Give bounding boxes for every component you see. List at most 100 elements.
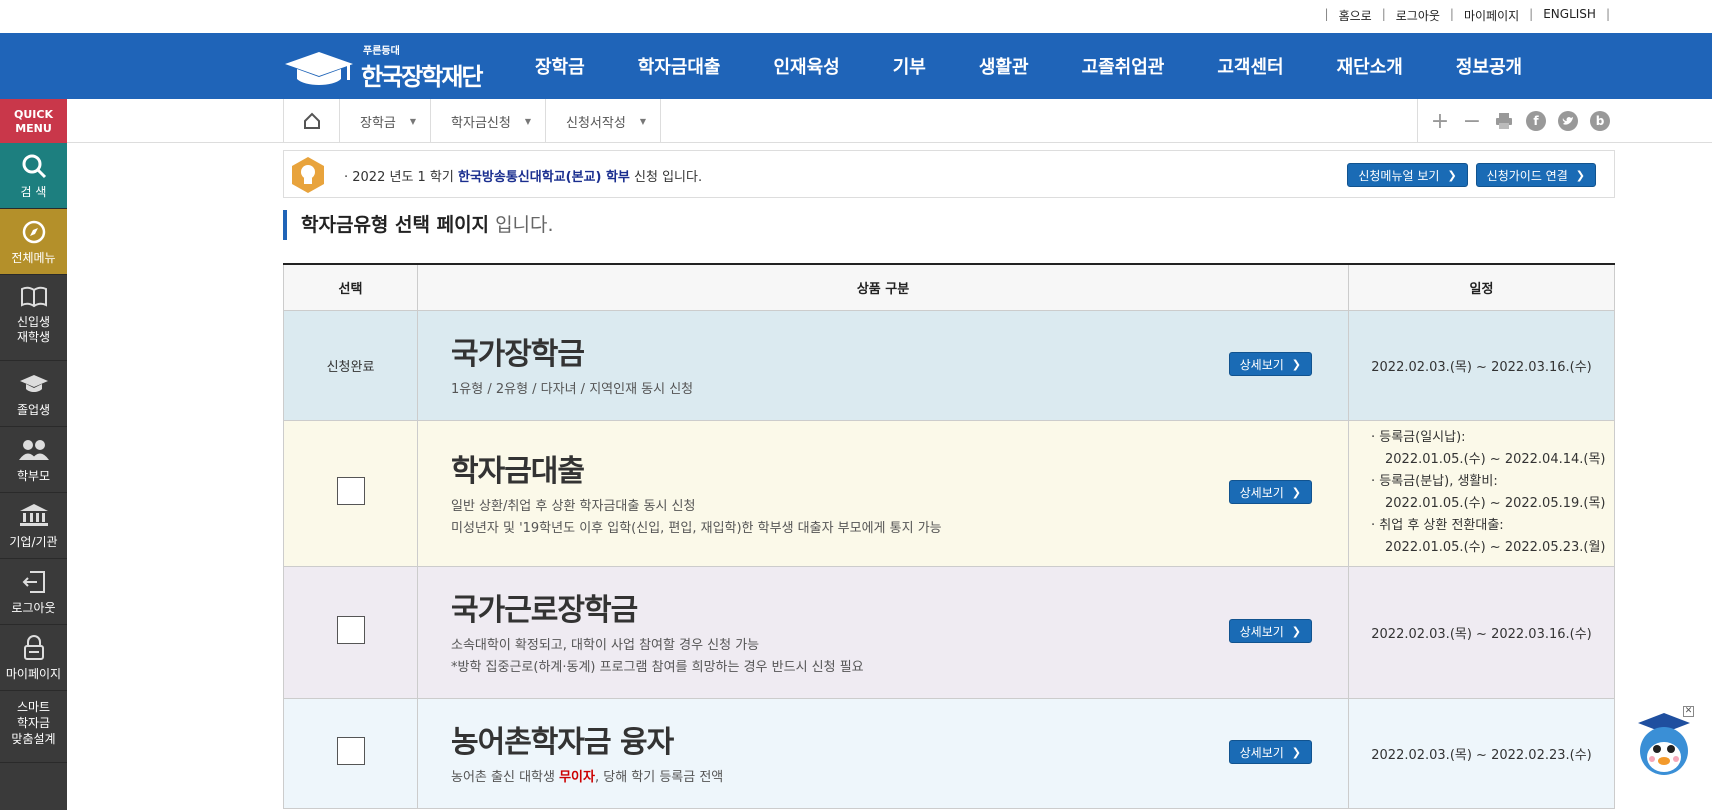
table-header-row: 선택 상품 구분 일정 [283,263,1615,311]
print-icon [1496,113,1512,129]
table-row: 농어촌학자금 융자 농어촌 출신 대학생 무이자, 당해 학기 등록금 전액 상… [283,697,1615,809]
quick-title-line2: MENU [15,122,52,135]
detail-button[interactable]: 상세보기 ❯ [1228,619,1312,643]
building-icon [19,504,48,526]
notice-school: 한국방송통신대학교(본교) 학부 [458,170,630,185]
quick-graduates[interactable]: 졸업생 [0,361,67,427]
product-desc: 일반 상환/취업 후 상환 학자금대출 동시 신청 [451,499,696,514]
logo-subtitle: 푸른등대 [363,46,400,57]
parents-icon [18,440,49,460]
quick-parents-label: 학부모 [16,469,51,483]
detail-button[interactable]: 상세보기 ❯ [1228,352,1312,376]
gnb-item-employment[interactable]: 고졸취업관 [1082,53,1165,79]
loan-type-table: 선택 상품 구분 일정 신청완료 국가장학금 1유형 / 2유형 / 다자녀 /… [283,263,1615,809]
gnb-item-disclosure[interactable]: 정보공개 [1456,53,1522,79]
detail-button[interactable]: 상세보기 ❯ [1228,740,1312,764]
search-icon [22,154,46,179]
gnb-item-scholarship[interactable]: 장학금 [535,53,585,79]
detail-button-label: 상세보기 [1239,745,1284,760]
logout-icon [22,571,45,593]
select-checkbox[interactable] [336,616,365,644]
table-row: 신청완료 국가장학금 1유형 / 2유형 / 다자녀 / 지역인재 동시 신청 … [283,309,1615,421]
global-nav: 푸른등대 한국장학재단 장학금 학자금대출 인재육성 기부 생활관 고졸취업관 … [0,33,1712,99]
page-tools: + − f b [1417,99,1616,143]
quick-menu: QUICK MENU 검 색 전체메뉴 신입생 재학생 졸업생 학부모 기업/기… [0,99,67,810]
quick-institutions[interactable]: 기업/기관 [0,493,67,559]
book-icon [20,286,47,308]
english-link[interactable]: ENGLISH [1543,7,1596,24]
quick-logout[interactable]: 로그아웃 [0,559,67,625]
status-applied: 신청완료 [283,309,418,421]
guide-button[interactable]: 신청가이드 연결 ❯ [1475,163,1596,187]
gnb-item-talent[interactable]: 인재육성 [774,53,840,79]
manual-button[interactable]: 신청메뉴얼 보기 ❯ [1347,163,1468,187]
quick-smart-design[interactable]: 스마트 학자금 맞춤설계 [0,691,67,763]
quick-menu-title: QUICK MENU [0,99,67,143]
mypage-link[interactable]: 마이페이지 [1464,7,1519,24]
zoom-out-icon[interactable]: − [1456,99,1488,143]
product-desc: 미성년자 및 '19학년도 이후 입학(신입, 편입, 재입학)한 학부생 대출… [451,521,942,536]
quick-search[interactable]: 검 색 [0,143,67,209]
print-button[interactable] [1488,99,1520,143]
quick-mypage[interactable]: 마이페이지 [0,625,67,691]
lightbulb-icon [292,157,324,193]
caret-down-icon: ▼ [524,116,532,126]
quick-search-label: 검 색 [20,185,47,199]
select-cell [283,419,418,567]
chevron-right-icon: ❯ [1291,745,1301,759]
select-cell [283,697,418,809]
product-cell: 국가장학금 1유형 / 2유형 / 다자녀 / 지역인재 동시 신청 상세보기 ❯ [417,309,1349,421]
gnb-item-donation[interactable]: 기부 [893,53,926,79]
gnb-item-customer[interactable]: 고객센터 [1217,53,1283,79]
schedule-date: 2022.01.05.(수) ~ 2022.05.19.(목) [1385,496,1606,511]
chatbot-mascot[interactable]: ✕ [1632,706,1696,779]
notice-suffix: 신청 입니다. [629,170,703,185]
twitter-share-button[interactable] [1552,99,1584,143]
home-link[interactable]: 홈으로 [1339,7,1372,24]
close-icon[interactable]: ✕ [1683,706,1694,717]
breadcrumb-item-apply[interactable]: 학자금신청 ▼ [431,99,547,143]
breadcrumb-item-scholarship[interactable]: 장학금 ▼ [340,99,432,143]
quick-parents[interactable]: 학부모 [0,427,67,493]
detail-button[interactable]: 상세보기 ❯ [1228,480,1312,504]
quick-all-menu[interactable]: 전체메뉴 [0,209,67,275]
page-title: 학자금유형 선택 페이지 입니다. [283,210,554,240]
zoom-in-icon[interactable]: + [1424,99,1456,143]
quick-students[interactable]: 신입생 재학생 [0,275,67,361]
twitter-icon [1558,111,1578,131]
logo-name: 한국장학재단 [361,63,483,91]
quick-institutions-label: 기업/기관 [9,535,58,549]
mascot-icon [1638,713,1690,775]
quick-smart-label-1: 스마트 [16,700,51,714]
notice-prefix: · 2022 년도 1 학기 [344,170,458,185]
compass-icon [22,220,45,244]
page-title-rest: 입니다. [489,214,554,236]
blog-share-button[interactable]: b [1584,99,1616,143]
schedule-cell: · 등록금(일시납): 2022.01.05.(수) ~ 2022.04.14.… [1348,419,1615,567]
lock-icon [23,635,44,660]
logout-link[interactable]: 로그아웃 [1396,7,1440,24]
select-checkbox[interactable] [336,737,365,765]
schedule-date: 2022.01.05.(수) ~ 2022.05.23.(월) [1385,540,1606,555]
select-checkbox[interactable] [336,477,365,505]
notice-text: · 2022 년도 1 학기 한국방송통신대학교(본교) 학부 신청 입니다. [344,166,702,185]
breadcrumb-item-form[interactable]: 신청서작성 ▼ [546,99,661,143]
site-logo[interactable]: 푸른등대 한국장학재단 [283,42,498,91]
gnb-item-loan[interactable]: 학자금대출 [638,53,721,79]
gnb-item-dormitory[interactable]: 생활관 [979,53,1029,79]
detail-button-label: 상세보기 [1239,485,1284,500]
header-schedule: 일정 [1348,263,1615,311]
product-desc: *방학 집중근로(하계·동계) 프로그램 참여를 희망하는 경우 반드시 신청 … [451,660,864,675]
product-cell: 학자금대출 일반 상환/취업 후 상환 학자금대출 동시 신청 미성년자 및 '… [417,419,1349,567]
caret-down-icon: ▼ [639,116,646,126]
schedule-list: · 등록금(일시납): 2022.01.05.(수) ~ 2022.04.14.… [1349,427,1614,559]
product-desc: 소속대학이 확정되고, 대학이 사업 참여할 경우 신청 가능 [451,638,760,653]
blog-icon: b [1590,111,1610,131]
chevron-right-icon: ❯ [1575,168,1585,182]
breadcrumb-home[interactable] [284,99,340,143]
schedule-label: · 취업 후 상환 전환대출: [1371,518,1504,533]
facebook-share-button[interactable]: f [1520,99,1552,143]
gnb-item-about[interactable]: 재단소개 [1337,53,1403,79]
quick-all-menu-label: 전체메뉴 [11,251,56,265]
breadcrumb-label: 신청서작성 [566,115,626,131]
